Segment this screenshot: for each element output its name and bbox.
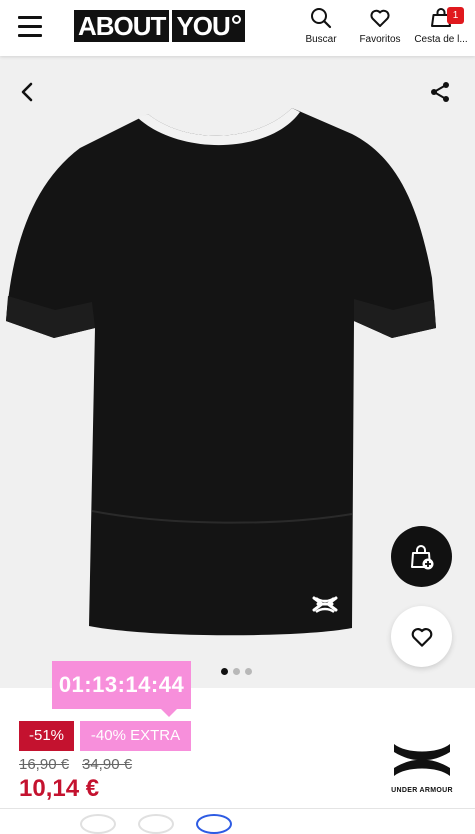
hamburger-menu-icon[interactable] — [16, 14, 44, 40]
heart-icon — [411, 627, 432, 647]
brand-logo[interactable]: UNDER ARMOUR — [384, 740, 460, 794]
extra-discount-badge: -40% EXTRA — [80, 721, 191, 751]
product-gallery[interactable] — [0, 56, 475, 688]
about-you-logo[interactable]: ABOUT YOU — [74, 10, 245, 42]
logo-right-text: YOU — [176, 11, 230, 41]
bottom-strip — [0, 808, 475, 823]
countdown-timer: 01:13:14:44 — [52, 661, 191, 709]
gallery-dot[interactable] — [245, 668, 252, 675]
tshirt-body — [6, 108, 436, 636]
cart-label: Cesta de l... — [414, 34, 468, 45]
search-icon — [311, 8, 332, 29]
add-to-cart-button[interactable] — [391, 526, 452, 587]
brand-name: UNDER ARMOUR — [391, 787, 453, 794]
cart-count-badge: 1 — [447, 7, 464, 24]
shirt-logo-icon — [312, 596, 338, 613]
under-armour-logo-icon — [394, 744, 450, 776]
cart-button[interactable]: Cesta de l... 1 — [411, 6, 471, 45]
peek-circle — [80, 814, 116, 834]
peek-circle — [138, 814, 174, 834]
peek-circle — [196, 814, 232, 834]
gallery-dot[interactable] — [221, 668, 228, 675]
top-header: ABOUT YOU Buscar Favoritos Cesta de l...… — [0, 0, 475, 56]
old-price-2: 34,90 € — [82, 756, 133, 773]
current-price: 10,14 € — [19, 775, 100, 802]
timer-pointer — [161, 709, 177, 717]
gallery-dot[interactable] — [233, 668, 240, 675]
favorites-button[interactable]: Favoritos — [350, 6, 410, 45]
add-to-wishlist-button[interactable] — [391, 606, 452, 667]
logo-left-text: ABOUT — [74, 10, 170, 42]
add-to-bag-icon — [410, 544, 433, 569]
favorites-label: Favoritos — [359, 34, 401, 45]
gallery-pagination[interactable] — [221, 668, 252, 675]
logo-right-box: YOU — [172, 10, 245, 42]
search-button[interactable]: Buscar — [291, 6, 351, 45]
discount-badge: -51% — [19, 721, 74, 751]
logo-registered-mark — [231, 14, 241, 24]
heart-icon — [370, 9, 390, 27]
search-label: Buscar — [305, 34, 337, 45]
old-price-1: 16,90 € — [19, 756, 70, 773]
